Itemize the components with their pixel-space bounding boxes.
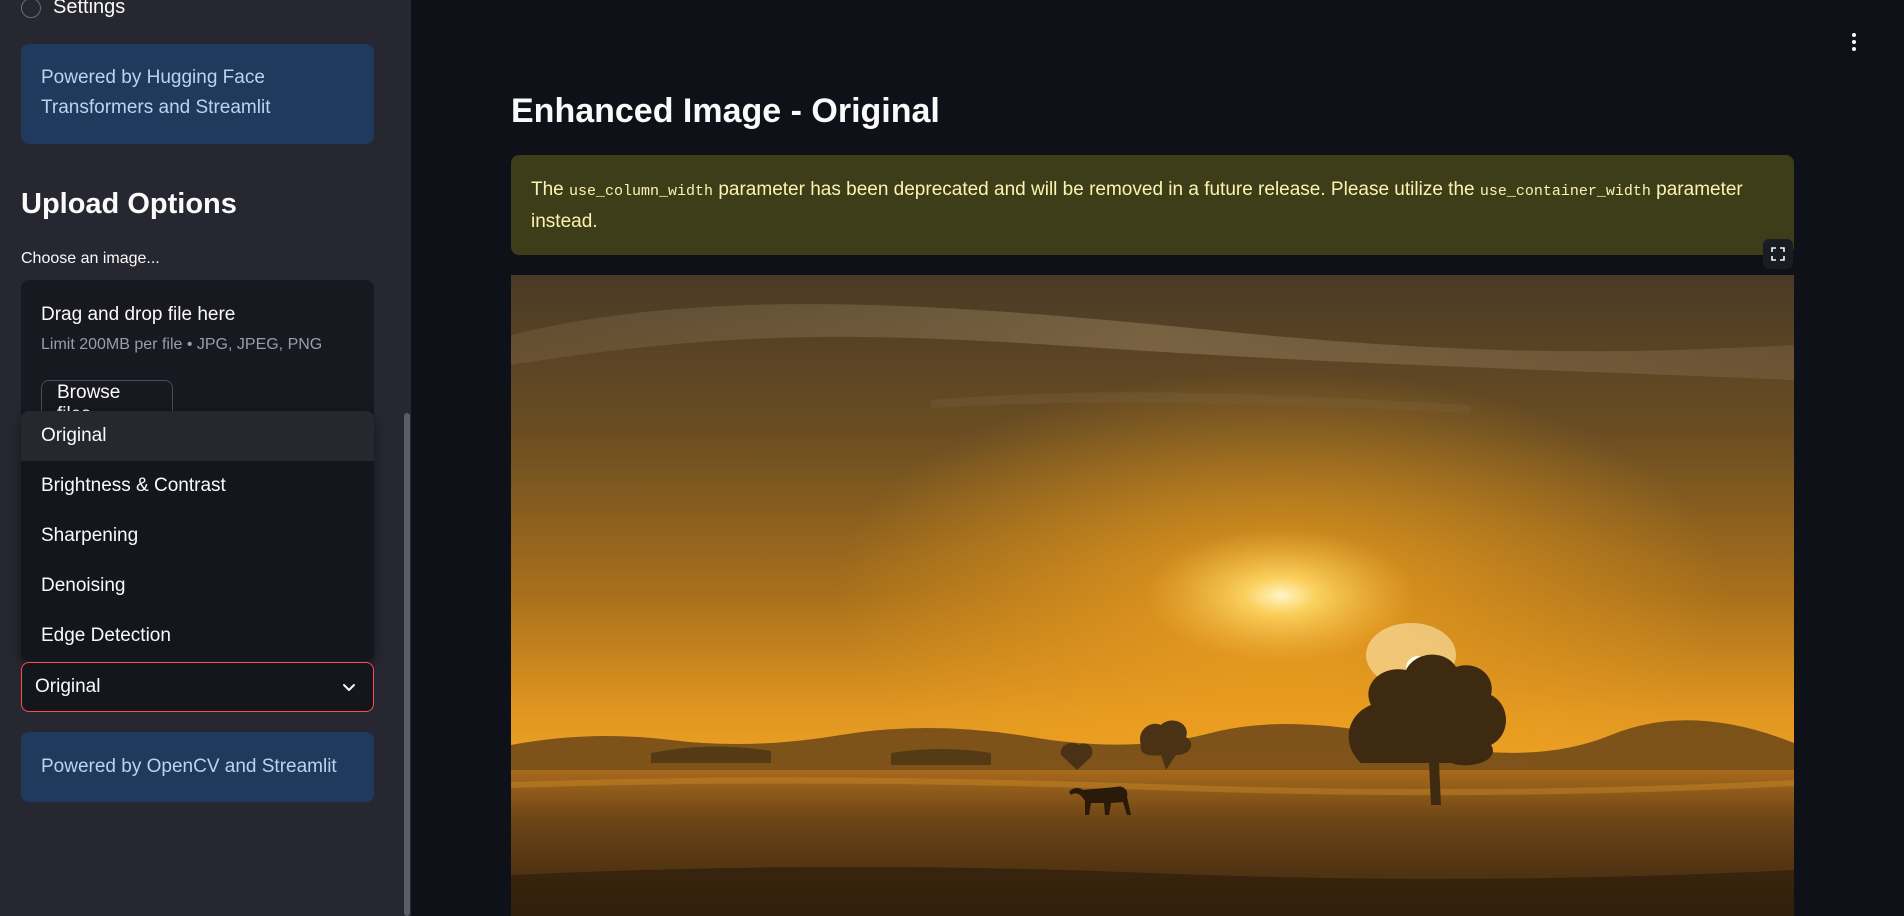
section-title: Upload Options <box>21 188 237 220</box>
select-value: Original <box>35 676 101 697</box>
drop-limit: Limit 200MB per file • JPG, JPEG, PNG <box>41 336 323 353</box>
warning-code-1: use_column_width <box>569 183 714 200</box>
sunset-landscape-image <box>511 275 1794 916</box>
radio-label: Settings <box>53 0 126 18</box>
fullscreen-icon[interactable] <box>1763 239 1793 269</box>
sidebar: Settings Powered by Hugging Face Transfo… <box>0 0 411 916</box>
warning-code-2: use_container_width <box>1479 183 1651 200</box>
drop-title: Drag and drop file here <box>41 304 236 325</box>
info-box-bottom: Powered by OpenCV and Streamlit <box>21 732 374 802</box>
menu-item-brightness-contrast[interactable]: Brightness & Contrast <box>21 461 374 511</box>
enhanced-image <box>511 275 1794 916</box>
file-uploader-dropzone[interactable]: Drag and drop file here Limit 200MB per … <box>21 280 374 428</box>
info-box-top: Powered by Hugging Face Transformers and… <box>21 44 374 144</box>
dropdown-menu: Original Brightness & Contrast Sharpenin… <box>21 411 374 661</box>
radio-option-settings[interactable]: Settings <box>21 0 125 20</box>
menu-item-sharpening[interactable]: Sharpening <box>21 511 374 561</box>
page-title: Enhanced Image - Original <box>511 92 940 130</box>
sidebar-scrollbar[interactable] <box>404 413 410 916</box>
enhancement-select[interactable]: Original <box>21 662 374 712</box>
warning-text-1: The <box>531 179 570 200</box>
menu-item-denoising[interactable]: Denoising <box>21 561 374 611</box>
chevron-down-icon[interactable] <box>339 677 359 697</box>
deprecation-warning: The use_column_width parameter has been … <box>511 155 1794 255</box>
warning-text-2: parameter has been deprecated and will b… <box>713 179 1480 200</box>
radio-circle-icon[interactable] <box>21 0 41 18</box>
uploader-label: Choose an image... <box>21 250 160 267</box>
vertical-dots-icon[interactable] <box>1844 30 1864 54</box>
menu-item-edge-detection[interactable]: Edge Detection <box>21 611 374 661</box>
menu-item-original[interactable]: Original <box>21 411 374 461</box>
